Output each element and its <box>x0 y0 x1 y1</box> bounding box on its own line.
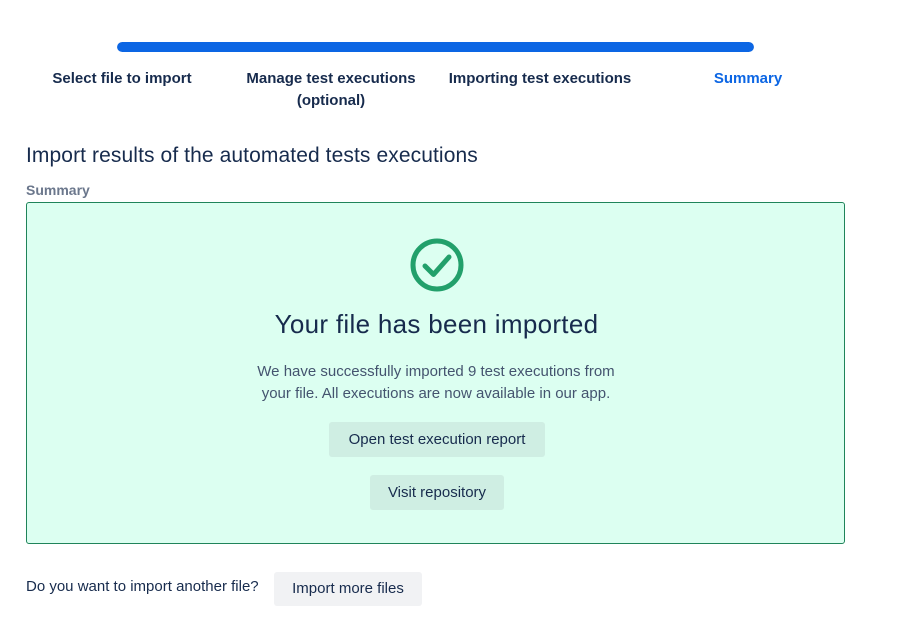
import-another-question: Do you want to import another file? <box>26 578 259 595</box>
step-importing-executions: Importing test executions <box>448 70 632 87</box>
import-success-card: Your file has been imported We have succ… <box>26 202 845 544</box>
section-label: Summary <box>26 182 90 198</box>
step-select-file: Select file to import <box>52 70 192 87</box>
page-title: Import results of the automated tests ex… <box>26 144 478 167</box>
import-wizard-page: Select file to import Manage test execut… <box>0 0 897 635</box>
import-progress-bar <box>117 42 754 52</box>
check-circle-icon <box>410 238 464 292</box>
open-test-execution-report-button[interactable]: Open test execution report <box>329 422 545 457</box>
import-progress-fill <box>117 42 754 52</box>
success-heading: Your file has been imported <box>274 309 599 339</box>
visit-repository-button[interactable]: Visit repository <box>370 475 504 510</box>
step-summary: Summary <box>713 70 783 87</box>
step-manage-executions: Manage test executions (optional) <box>246 70 416 109</box>
import-more-files-button[interactable]: Import more files <box>274 572 422 606</box>
success-message: We have successfully imported 9 test exe… <box>257 363 615 402</box>
